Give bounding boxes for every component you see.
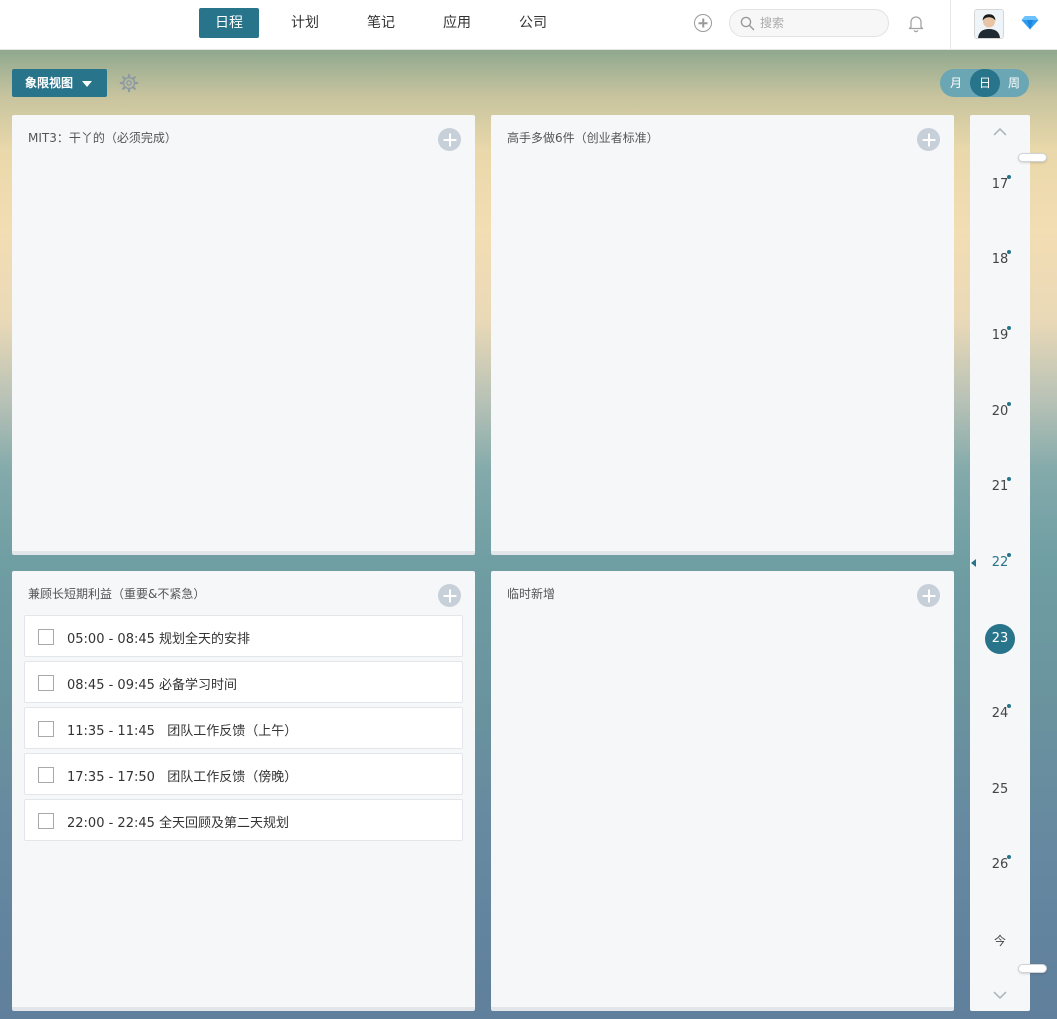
add-task-button[interactable] xyxy=(438,128,461,151)
task-item[interactable]: 05:00 - 08:45 规划全天的安排 xyxy=(24,615,463,657)
quadrant-expert-six: 高手多做6件（创业者标准） xyxy=(491,115,954,555)
date-item-21[interactable]: 21 xyxy=(980,472,1020,502)
task-item[interactable]: 17:35 - 17:50 团队工作反馈（傍晚） xyxy=(24,753,463,795)
add-circle-icon[interactable] xyxy=(694,14,712,32)
quadrant-title: MIT3：干丫的（必须完成） xyxy=(28,131,177,145)
date-rail: 17 18 19 20 21 22 23 24 25 26 今 xyxy=(970,115,1030,1011)
search-box[interactable] xyxy=(729,9,889,37)
task-checkbox[interactable] xyxy=(38,721,54,737)
date-item-19[interactable]: 19 xyxy=(980,321,1020,351)
current-date-pointer-icon xyxy=(971,559,976,567)
search-input[interactable] xyxy=(760,13,880,33)
date-item-26[interactable]: 26 xyxy=(980,850,1020,880)
date-item-17[interactable]: 17 xyxy=(980,170,1020,200)
tab-plan[interactable]: 计划 xyxy=(275,8,335,38)
event-dot xyxy=(1007,855,1011,859)
date-item-25[interactable]: 25 xyxy=(980,775,1020,805)
task-list: 05:00 - 08:45 规划全天的安排 08:45 - 09:45 必备学习… xyxy=(24,615,463,845)
task-text: 05:00 - 08:45 规划全天的安排 xyxy=(67,632,251,647)
quadrant-title: 高手多做6件（创业者标准） xyxy=(507,131,659,145)
task-text: 22:00 - 22:45 全天回顾及第二天规划 xyxy=(67,816,290,831)
date-label: 19 xyxy=(991,328,1009,343)
task-checkbox[interactable] xyxy=(38,767,54,783)
gem-icon[interactable] xyxy=(1021,15,1039,30)
date-label: 21 xyxy=(991,479,1009,494)
event-dot xyxy=(1007,553,1011,557)
tab-schedule[interactable]: 日程 xyxy=(199,8,259,38)
date-item-23[interactable]: 23 xyxy=(980,624,1020,654)
chevron-down-icon[interactable] xyxy=(992,989,1008,1001)
tab-company[interactable]: 公司 xyxy=(503,8,563,38)
date-label: 25 xyxy=(991,782,1009,797)
quadrant-important-not-urgent: 兼顾长短期利益（重要&不紧急） 05:00 - 08:45 规划全天的安排 08… xyxy=(12,571,475,1011)
task-text: 11:35 - 11:45 团队工作反馈（上午） xyxy=(67,724,298,739)
quadrant-ad-hoc: 临时新增 xyxy=(491,571,954,1011)
view-mode-week[interactable]: 周 xyxy=(999,69,1029,97)
date-label: 18 xyxy=(991,252,1009,267)
user-avatar-icon xyxy=(975,10,1003,38)
date-item-18[interactable]: 18 xyxy=(980,245,1020,275)
task-item[interactable]: 08:45 - 09:45 必备学习时间 xyxy=(24,661,463,703)
date-label: 20 xyxy=(991,404,1009,419)
task-text: 08:45 - 09:45 必备学习时间 xyxy=(67,678,238,693)
gear-icon[interactable] xyxy=(119,73,139,93)
event-dot xyxy=(1007,402,1011,406)
quadrant-mit3: MIT3：干丫的（必须完成） xyxy=(12,115,475,555)
date-label: 17 xyxy=(991,177,1009,192)
task-checkbox[interactable] xyxy=(38,675,54,691)
event-dot xyxy=(1007,704,1011,708)
task-checkbox[interactable] xyxy=(38,629,54,645)
search-icon xyxy=(740,16,755,31)
view-mode-label: 象限视图 xyxy=(25,76,74,90)
view-mode-day[interactable]: 日 xyxy=(970,69,1000,97)
avatar[interactable] xyxy=(974,9,1004,39)
task-item[interactable]: 11:35 - 11:45 团队工作反馈（上午） xyxy=(24,707,463,749)
add-task-button[interactable] xyxy=(917,584,940,607)
caret-down-icon xyxy=(82,81,92,87)
view-mode-month[interactable]: 月 xyxy=(941,69,971,97)
quadrant-title: 兼顾长短期利益（重要&不紧急） xyxy=(28,587,206,601)
task-text: 17:35 - 17:50 团队工作反馈（傍晚） xyxy=(67,770,298,785)
date-item-24[interactable]: 24 xyxy=(980,699,1020,729)
date-label: 24 xyxy=(991,706,1009,721)
date-label: 26 xyxy=(991,857,1009,872)
chevron-up-icon[interactable] xyxy=(992,126,1008,138)
event-dot xyxy=(1007,175,1011,179)
event-dot xyxy=(1007,250,1011,254)
range-handle-top[interactable] xyxy=(1018,153,1047,162)
task-item[interactable]: 22:00 - 22:45 全天回顾及第二天规划 xyxy=(24,799,463,841)
nav-divider xyxy=(950,0,951,50)
bell-icon[interactable] xyxy=(907,14,925,33)
date-item-22[interactable]: 22 xyxy=(980,548,1020,578)
add-task-button[interactable] xyxy=(438,584,461,607)
event-dot xyxy=(1007,477,1011,481)
tab-apps[interactable]: 应用 xyxy=(427,8,487,38)
quadrant-title: 临时新增 xyxy=(507,587,556,601)
selected-date-circle: 23 xyxy=(985,624,1015,654)
top-nav-bar: 日程 计划 笔记 应用 公司 xyxy=(0,0,1057,50)
tab-notes[interactable]: 笔记 xyxy=(351,8,411,38)
task-checkbox[interactable] xyxy=(38,813,54,829)
range-handle-bottom[interactable] xyxy=(1018,964,1047,973)
date-label: 22 xyxy=(991,555,1009,570)
event-dot xyxy=(1007,326,1011,330)
view-mode-dropdown[interactable]: 象限视图 xyxy=(12,69,107,97)
today-button[interactable]: 今 xyxy=(980,926,1020,956)
add-task-button[interactable] xyxy=(917,128,940,151)
view-mode-switch: 月 日 周 xyxy=(940,69,1029,97)
today-label: 今 xyxy=(993,934,1006,948)
date-item-20[interactable]: 20 xyxy=(980,397,1020,427)
